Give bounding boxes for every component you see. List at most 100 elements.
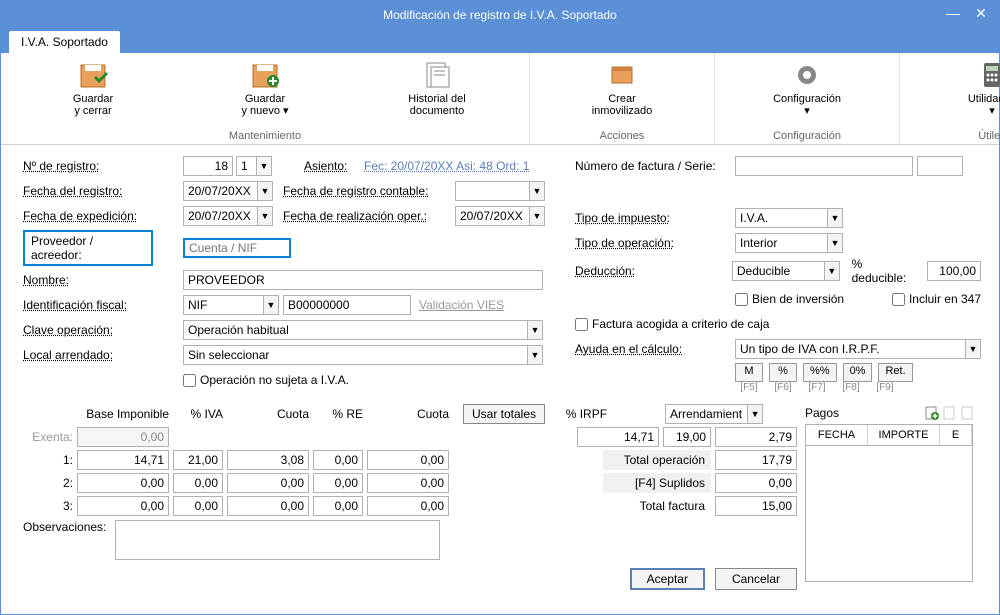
total-op-val[interactable] [715,450,797,470]
add-pago-icon[interactable] [923,404,941,422]
del-pago-icon[interactable] [959,404,977,422]
fecha-real-oper-input[interactable] [455,206,529,226]
dup-pago-icon[interactable] [941,404,959,422]
suplidos-val[interactable] [715,473,797,493]
irpf-cuota[interactable] [715,427,797,447]
historial-button[interactable]: Historial del documento [353,57,521,119]
ident-val-input[interactable] [283,295,411,315]
pagos-label: Pagos [805,406,839,420]
r3-base[interactable] [77,496,169,516]
total-fact-val[interactable] [715,496,797,516]
tipo-imp-label: Tipo de impuesto: [575,211,735,225]
btn-m[interactable]: M [735,363,763,382]
clave-op-select[interactable] [183,320,527,340]
guardar-nuevo-button[interactable]: Guardar y nuevo ▾ [181,57,349,119]
crear-inmovilizado-button[interactable]: Crear inmovilizado [538,57,706,119]
r1-base[interactable] [77,450,169,470]
obs-textarea[interactable] [115,520,440,560]
r3-cuota2[interactable] [367,496,449,516]
chevron-down-icon[interactable]: ▼ [257,206,273,226]
chevron-down-icon[interactable]: ▼ [257,181,273,201]
serie-input[interactable] [917,156,963,176]
r2-cuota[interactable] [227,473,309,493]
r1-pctre[interactable] [313,450,363,470]
validacion-vies-link[interactable]: Validación VIES [419,298,504,312]
ident-tipo-select[interactable] [183,295,263,315]
guardar-cerrar-button[interactable]: Guardar y cerrar [9,57,177,119]
proveedor-input[interactable] [183,238,291,258]
window-title: Modificación de registro de I.V.A. Sopor… [383,8,617,22]
pagos-grid[interactable]: FECHA IMPORTE E [805,424,973,582]
tab-iva-soportado[interactable]: I.V.A. Soportado [9,31,120,53]
nregistro-sub-input[interactable] [236,156,256,176]
deduccion-select[interactable] [732,261,824,281]
save-new-icon [249,59,281,91]
tipo-op-select[interactable] [735,233,827,253]
ayuda-select[interactable] [735,339,965,359]
factura-caja-checkbox[interactable]: Factura acogida a criterio de caja [575,317,769,331]
op-no-sujeta-checkbox[interactable]: Operación no sujeta a I.V.A. [183,373,349,387]
nfactura-input[interactable] [735,156,913,176]
pct-ded-input[interactable] [927,261,981,281]
r1-pctiva[interactable] [173,450,223,470]
bien-inversion-checkbox[interactable]: Bien de inversión [735,292,844,306]
chevron-down-icon[interactable]: ▼ [256,156,272,176]
nombre-input[interactable] [183,270,543,290]
obs-label: Observaciones: [23,520,111,534]
fecha-reg-contable-input[interactable] [455,181,529,201]
asiento-link[interactable]: Fec: 20/07/20XX Asi: 48 Ord: 1 [364,159,529,173]
btn-pctpct[interactable]: %% [803,363,837,382]
chevron-down-icon[interactable]: ▼ [263,295,279,315]
chevron-down-icon[interactable]: ▼ [827,208,843,228]
irpf-pct[interactable] [663,427,711,447]
irpf-base[interactable] [577,427,659,447]
cancelar-button[interactable]: Cancelar [715,568,797,590]
r3-pctre[interactable] [313,496,363,516]
r2-cuota2[interactable] [367,473,449,493]
chevron-down-icon[interactable]: ▼ [527,345,543,365]
arrend-select[interactable] [665,404,747,424]
nregistro-input[interactable] [183,156,233,176]
r2-pctre[interactable] [313,473,363,493]
chevron-down-icon[interactable]: ▼ [824,261,840,281]
inmovilizado-icon [606,59,638,91]
chevron-down-icon[interactable]: ▼ [527,320,543,340]
asiento-label: Asiento: [304,159,364,173]
pagos-hdr-fecha: FECHA [806,425,868,445]
chevron-down-icon[interactable]: ▼ [747,404,763,424]
hdr-cuota2: Cuota [367,407,449,421]
chevron-down-icon[interactable]: ▼ [827,233,843,253]
fecha-registro-input[interactable] [183,181,257,201]
tipo-op-label: Tipo de operación: [575,236,735,250]
nombre-label: Nombre: [23,273,183,287]
chevron-down-icon[interactable]: ▼ [529,206,545,226]
group-acciones: Acciones [538,130,706,142]
utilidades-button[interactable]: Utilidades ▾ [908,57,1000,119]
local-arr-select[interactable] [183,345,527,365]
r2-base[interactable] [77,473,169,493]
deduccion-label: Deducción: [575,264,732,278]
chevron-down-icon[interactable]: ▼ [529,181,545,201]
btn-pct[interactable]: % [769,363,797,382]
r1-cuota[interactable] [227,450,309,470]
group-configuracion: Configuración [723,130,891,142]
chevron-down-icon[interactable]: ▼ [965,339,981,359]
exenta-label: Exenta: [23,430,73,444]
titlebar: Modificación de registro de I.V.A. Sopor… [1,1,999,29]
r1-cuota2[interactable] [367,450,449,470]
r3-cuota[interactable] [227,496,309,516]
close-button[interactable]: ✕ [967,1,995,25]
r2-pctiva[interactable] [173,473,223,493]
nregistro-label: Nº de registro: [23,159,183,173]
tipo-imp-select[interactable] [735,208,827,228]
usar-totales-button[interactable]: Usar totales [463,404,545,424]
incluir-347-checkbox[interactable]: Incluir en 347 [892,292,981,306]
r3-pctiva[interactable] [173,496,223,516]
btn-zero[interactable]: 0% [843,363,873,382]
aceptar-button[interactable]: Aceptar [630,568,705,590]
btn-ret[interactable]: Ret. [878,363,912,382]
pct-ded-label: % deducible: [852,257,919,285]
minimize-button[interactable]: — [939,1,967,25]
configuracion-button[interactable]: Configuración ▾ [723,57,891,119]
fecha-expedicion-input[interactable] [183,206,257,226]
